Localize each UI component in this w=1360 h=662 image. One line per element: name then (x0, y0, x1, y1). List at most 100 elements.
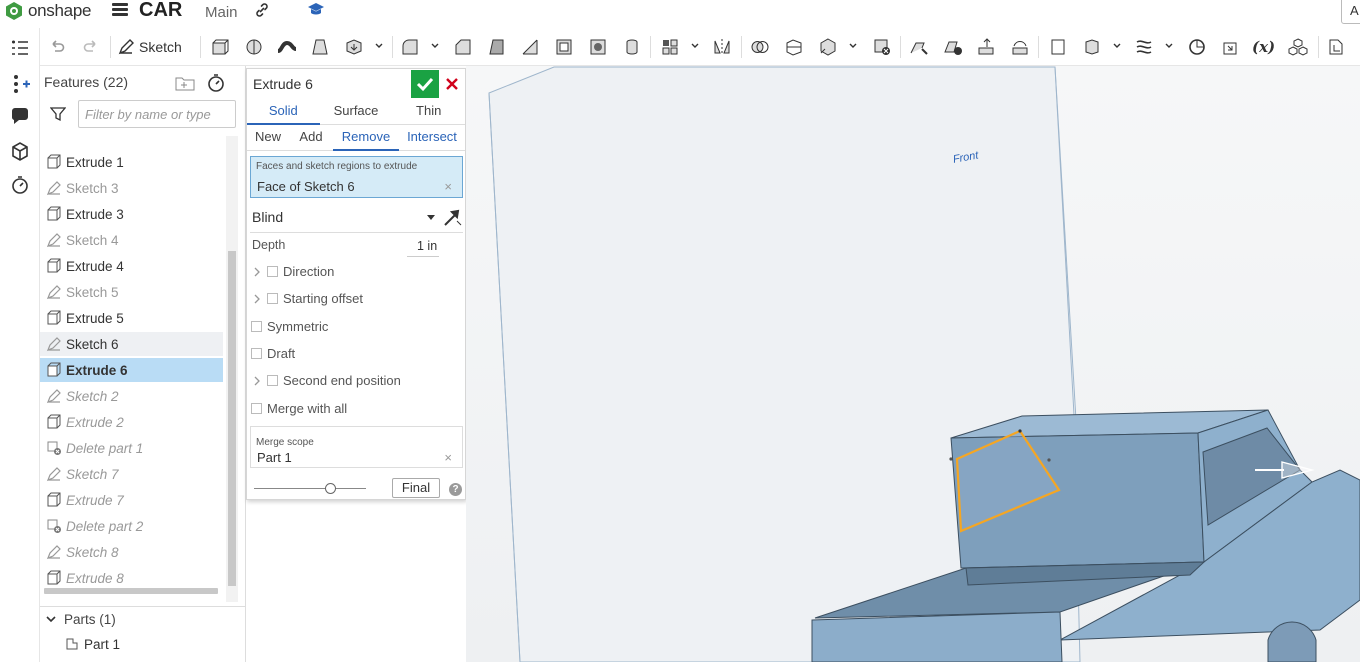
document-title[interactable]: CAR (139, 0, 182, 22)
starting-offset-checkbox[interactable] (267, 293, 278, 304)
link-icon[interactable] (254, 2, 270, 18)
chevron-down-icon[interactable] (849, 42, 857, 50)
sketch-button[interactable]: Sketch (117, 36, 182, 58)
tab-remove[interactable]: Remove (333, 125, 399, 151)
move-face-icon[interactable] (976, 36, 998, 58)
caret-down-icon[interactable] (427, 215, 435, 221)
thicken-icon[interactable] (344, 36, 364, 58)
replace-face-icon[interactable] (1010, 36, 1032, 58)
feature-list-icon[interactable] (9, 38, 31, 60)
feature-list-item[interactable]: Sketch 2 (40, 384, 223, 408)
undo-icon[interactable] (48, 36, 66, 58)
help-icon[interactable]: ? (449, 483, 462, 496)
graphics-viewport[interactable]: Front (466, 66, 1360, 662)
clear-selection-icon[interactable]: × (444, 179, 452, 194)
direction-option[interactable]: Direction (252, 264, 334, 279)
hamburger-menu-icon[interactable] (112, 3, 128, 17)
second-end-checkbox[interactable] (267, 375, 278, 386)
feature-list-item[interactable]: Extrude 6 (40, 358, 223, 382)
chevron-down-icon[interactable] (691, 42, 699, 50)
parts-icon[interactable] (9, 140, 31, 162)
feature-list-item[interactable]: Sketch 6 (40, 332, 223, 356)
insert-icon[interactable] (1326, 36, 1346, 58)
tab-thin[interactable]: Thin (392, 99, 466, 125)
sweep-icon[interactable] (276, 36, 298, 58)
split-icon[interactable] (784, 36, 804, 58)
model-canvas[interactable] (466, 66, 1360, 662)
feature-list-item[interactable]: Extrude 7 (40, 488, 223, 512)
extrude-icon[interactable] (210, 36, 230, 58)
add-folder-icon[interactable] (175, 75, 195, 91)
hole-icon[interactable] (588, 36, 608, 58)
chevron-down-icon[interactable] (431, 42, 439, 50)
feature-list-item[interactable]: Sketch 4 (40, 228, 223, 252)
shell-icon[interactable] (554, 36, 574, 58)
stopwatch-icon[interactable] (206, 73, 226, 93)
onshape-logo[interactable]: onshape (4, 0, 91, 22)
delete-part-icon[interactable] (872, 36, 892, 58)
horizontal-scrollbar[interactable] (44, 588, 218, 594)
chamfer-icon[interactable] (453, 36, 473, 58)
workspace-name[interactable]: Main (205, 4, 238, 21)
add-instance-icon[interactable] (9, 72, 31, 94)
symmetric-option[interactable]: Symmetric (251, 319, 328, 334)
draft-option[interactable]: Draft (251, 346, 295, 361)
chevron-down-icon[interactable] (1113, 42, 1121, 50)
plane-icon[interactable] (1048, 36, 1068, 58)
filter-icon[interactable] (50, 106, 66, 122)
feature-filter-input[interactable] (78, 100, 236, 128)
cancel-button[interactable] (443, 75, 461, 93)
boolean-icon[interactable] (750, 36, 770, 58)
feature-list-item[interactable]: Sketch 8 (40, 540, 223, 564)
second-end-option[interactable]: Second end position (252, 373, 401, 388)
parts-header[interactable]: Parts (1) (46, 612, 116, 627)
merge-scope-field[interactable]: Merge scope Part 1 × (250, 426, 463, 468)
feature-list-item[interactable]: Extrude 3 (40, 202, 223, 226)
feature-list-item[interactable]: Extrude 2 (40, 410, 223, 434)
merge-all-checkbox[interactable] (251, 403, 262, 414)
tab-intersect[interactable]: Intersect (399, 125, 465, 151)
scrollbar-thumb[interactable] (228, 251, 236, 586)
feature-list-item[interactable]: Delete part 2 (40, 514, 223, 538)
comments-icon[interactable] (9, 106, 31, 128)
merge-all-option[interactable]: Merge with all (251, 401, 347, 416)
feature-list-scrollbar[interactable] (226, 136, 238, 602)
modify-fillet-icon[interactable] (908, 36, 930, 58)
tab-surface[interactable]: Surface (319, 99, 393, 125)
feature-list-item[interactable]: Extrude 4 (40, 254, 223, 278)
feature-list-item[interactable]: Extrude 5 (40, 306, 223, 330)
depth-input[interactable]: 1 in (417, 239, 437, 253)
helix-icon[interactable] (1134, 36, 1154, 58)
rollback-slider[interactable] (254, 488, 366, 489)
accept-button[interactable] (411, 70, 439, 98)
loft-icon[interactable] (310, 36, 330, 58)
draft-checkbox[interactable] (251, 348, 262, 359)
clear-scope-icon[interactable]: × (444, 450, 452, 465)
fillet-icon[interactable] (400, 36, 420, 58)
configurations-icon[interactable] (1288, 36, 1308, 58)
feature-list-item[interactable]: Extrude 8 (40, 566, 223, 590)
part-list-item[interactable]: Part 1 (64, 636, 120, 652)
measure-icon[interactable] (1187, 36, 1207, 58)
mate-connector-icon[interactable] (1082, 36, 1102, 58)
direction-checkbox[interactable] (267, 266, 278, 277)
timer-icon[interactable] (9, 174, 31, 196)
transform-icon[interactable] (818, 36, 838, 58)
mirror-icon[interactable] (712, 36, 732, 58)
draft-icon[interactable] (487, 36, 507, 58)
learning-center-icon[interactable] (307, 1, 325, 17)
chevron-down-icon[interactable] (1165, 42, 1173, 50)
faces-selection-field[interactable]: Faces and sketch regions to extrude Face… (250, 156, 463, 198)
final-button[interactable]: Final (392, 478, 440, 498)
starting-offset-option[interactable]: Starting offset (252, 291, 363, 306)
cylinder-icon[interactable] (622, 36, 642, 58)
slider-thumb[interactable] (325, 483, 337, 494)
tab-add[interactable]: Add (289, 125, 333, 151)
rib-icon[interactable] (520, 36, 540, 58)
feature-list-item[interactable]: Delete part 1 (40, 436, 223, 460)
revolve-icon[interactable] (244, 36, 264, 58)
tab-new[interactable]: New (247, 125, 289, 151)
pattern-icon[interactable] (660, 36, 680, 58)
tab-solid[interactable]: Solid (247, 99, 320, 125)
symmetric-checkbox[interactable] (251, 321, 262, 332)
